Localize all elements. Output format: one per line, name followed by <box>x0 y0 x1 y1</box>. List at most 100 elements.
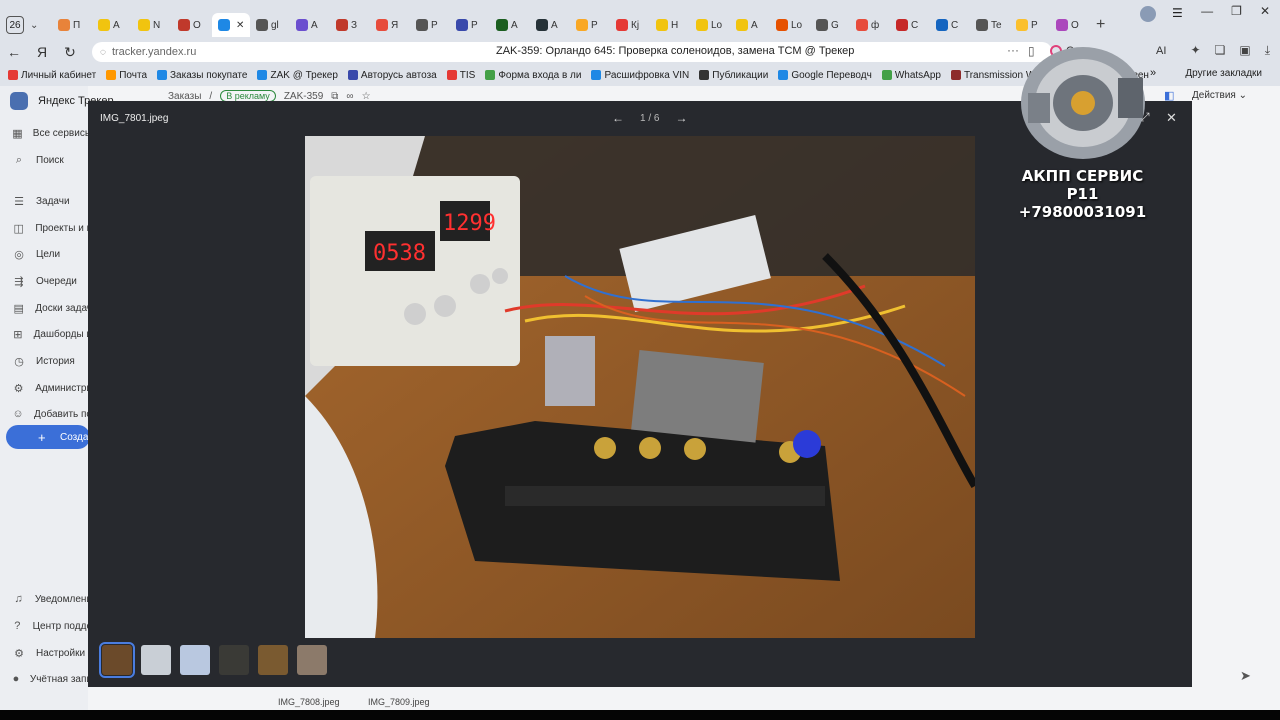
sidebar-item[interactable]: ⇶ Очереди <box>12 275 92 288</box>
viewer-thumbnail[interactable] <box>258 645 288 675</box>
browser-tab[interactable]: Р <box>450 13 490 37</box>
viewer-thumbnail[interactable] <box>180 645 210 675</box>
browser-tab[interactable]: А <box>730 13 770 37</box>
sidebar-item[interactable]: ⌕ Поиск <box>12 154 92 167</box>
site-info-icon[interactable]: ◌ <box>100 47 106 58</box>
sidebar-item[interactable]: ? Центр подде <box>12 620 92 632</box>
breadcrumb-issue[interactable]: ZAK-359 <box>284 91 323 102</box>
browser-tab[interactable]: А <box>290 13 330 37</box>
reload-icon[interactable]: ↻ <box>56 44 84 61</box>
bookmark-item[interactable]: Почта <box>106 70 147 81</box>
browser-tab[interactable]: P <box>570 13 610 37</box>
browser-tab[interactable]: А <box>530 13 570 37</box>
browser-tab[interactable]: G <box>810 13 850 37</box>
addon-icon[interactable]: ▣ <box>1239 43 1250 58</box>
sidebar-item[interactable]: ☺ Добавить по <box>12 408 92 420</box>
tab-close-icon[interactable]: ✕ <box>236 20 244 31</box>
bookmark-item[interactable]: Авторусь автоза <box>347 70 437 81</box>
viewer-thumbnail[interactable] <box>219 645 249 675</box>
link-icon[interactable]: ∞ <box>346 91 353 102</box>
tab-favicon-icon <box>1016 19 1028 31</box>
sidebar-item[interactable]: ☰ Задачи <box>12 195 92 208</box>
bookmark-label: Заказы покупате <box>170 69 248 81</box>
bookmark-label: Google Переводч <box>791 69 872 81</box>
sidebar-item[interactable]: ♫ Уведомлени <box>12 593 92 605</box>
browser-tab[interactable]: А <box>92 13 132 37</box>
browser-tab[interactable]: P <box>410 13 450 37</box>
bookmark-item[interactable]: WhatsApp <box>881 70 941 81</box>
bookmark-item[interactable]: Заказы покупате <box>157 70 247 81</box>
downloads-icon[interactable]: ⤓ <box>1265 43 1270 58</box>
browser-tab[interactable]: N <box>132 13 172 37</box>
restore-icon[interactable]: ❐ <box>1231 4 1242 18</box>
minimize-icon[interactable]: — <box>1201 4 1213 18</box>
browser-tab[interactable]: О <box>1050 13 1090 37</box>
tab-count-badge[interactable]: 26 <box>6 16 24 34</box>
bookmark-favicon-icon <box>157 70 168 80</box>
profile-avatar[interactable] <box>1140 6 1156 22</box>
attachment-name-2[interactable]: IMG_7809.jpeg <box>368 697 430 707</box>
viewer-thumbnail[interactable] <box>99 642 135 678</box>
bookmark-item[interactable]: TIS <box>446 70 475 81</box>
copy-icon[interactable]: ⧉ <box>331 91 338 102</box>
chevron-down-icon[interactable]: ⌄ <box>30 20 46 31</box>
browser-tab[interactable]: ф <box>850 13 890 37</box>
browser-tab[interactable]: А <box>490 13 530 37</box>
yandex-home-icon[interactable]: Я <box>28 44 56 60</box>
sidebar-item[interactable]: ⚙ Администри <box>12 382 92 395</box>
viewer-thumbnails <box>99 642 327 678</box>
actions-menu[interactable]: Действия ⌄ <box>1192 90 1247 101</box>
sidebar-item[interactable]: ◎ Цели <box>12 248 92 261</box>
bookmark-item[interactable]: Расшифровка VIN <box>591 70 689 81</box>
sidebar-item[interactable]: ⊞ Дашборды и <box>12 328 92 341</box>
browser-tab[interactable]: ✕ <box>212 13 250 37</box>
bookmark-item[interactable]: Форма входа в ли <box>485 70 581 81</box>
next-arrow-icon[interactable]: → <box>675 111 687 125</box>
browser-tab[interactable]: П <box>52 13 92 37</box>
browser-tab[interactable]: P <box>1010 13 1050 37</box>
window-close-icon[interactable]: ✕ <box>1260 4 1270 18</box>
dashboards-icon: ⊞ <box>13 329 23 341</box>
sidebar-item[interactable]: ◷ История <box>12 355 92 368</box>
bookmark-item[interactable]: Google Переводч <box>778 69 872 81</box>
viewer-thumbnail[interactable] <box>141 645 171 675</box>
collections-icon[interactable]: ❏ <box>1215 43 1226 58</box>
browser-tab[interactable]: Кј <box>610 13 650 37</box>
back-arrow-icon[interactable]: ← <box>0 44 28 60</box>
new-tab-plus-icon[interactable]: + <box>1096 16 1105 34</box>
sidebar-item[interactable]: ● Учётная запи <box>12 673 92 685</box>
toolbar-icons: ✦ ❏ ▣ ⤓ <box>1191 43 1270 58</box>
sidebar-item[interactable]: ⚙ Настройки <box>12 647 92 660</box>
bookmark-item[interactable]: ZAK @ Трекер <box>257 70 338 81</box>
attachment-name-1[interactable]: IMG_7808.jpeg <box>278 697 340 707</box>
breadcrumb-root[interactable]: Заказы <box>168 91 201 102</box>
star-icon[interactable]: ☆ <box>362 91 371 102</box>
add-user-icon: ☺ <box>12 408 24 420</box>
bookmark-item[interactable]: Личный кабинет <box>8 70 96 81</box>
browser-tab[interactable]: Te <box>970 13 1010 37</box>
browser-tab[interactable]: C <box>890 13 930 37</box>
tab-strip: 26 ⌄ П А N О ✕ gl А З Я P Р А А P Кј Н Lo А Lo Gф C C Te P О + <box>0 10 1280 40</box>
browser-tab[interactable]: Я <box>370 13 410 37</box>
browser-tab[interactable]: Lo <box>690 13 730 37</box>
create-button[interactable]: + Создать <box>6 425 98 449</box>
bookmark-item[interactable]: Публикации <box>699 70 768 81</box>
browser-tab[interactable]: Lo <box>770 13 810 37</box>
sidebar-item[interactable]: ▤ Доски задач <box>12 302 92 315</box>
browser-tab[interactable]: C <box>930 13 970 37</box>
address-bar[interactable]: ◌ tracker.yandex.ru ZAK-359: Орландо 645… <box>92 42 1166 62</box>
browser-tab[interactable]: О <box>172 13 212 37</box>
extensions-icon[interactable]: ✦ <box>1191 43 1201 58</box>
browser-tab[interactable]: gl <box>250 13 290 37</box>
other-bookmarks[interactable]: Другие закладки <box>1185 68 1262 79</box>
sidebar-item[interactable]: ▦ Все сервисы <box>12 127 92 140</box>
sidebar-item[interactable]: ◫ Проекты и п <box>12 222 92 235</box>
viewer-thumbnail[interactable] <box>297 645 327 675</box>
browser-tab[interactable]: Н <box>650 13 690 37</box>
avatar-icon: ● <box>12 673 20 685</box>
close-icon[interactable]: ✕ <box>1166 110 1177 126</box>
tab-search-icon[interactable]: ☰ <box>1172 6 1183 20</box>
prev-arrow-icon[interactable]: ← <box>612 111 624 125</box>
send-icon[interactable]: ➤ <box>1240 668 1251 684</box>
browser-tab[interactable]: З <box>330 13 370 37</box>
